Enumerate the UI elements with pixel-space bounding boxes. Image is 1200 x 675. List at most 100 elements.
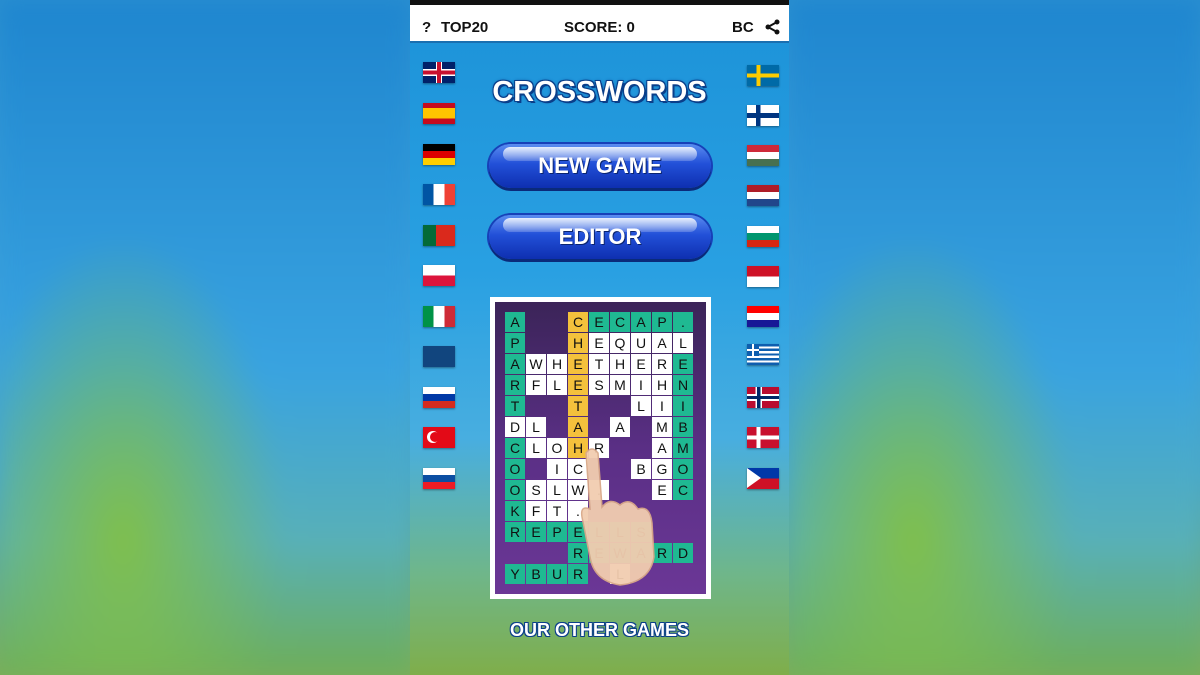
- flag-czech-button[interactable]: [423, 346, 455, 367]
- flag-turkey-button[interactable]: [423, 427, 455, 448]
- user-initials-button[interactable]: BC: [732, 19, 754, 36]
- crossword-cell: H: [610, 354, 630, 374]
- crossword-cell: K: [505, 501, 525, 521]
- flag-norway-button[interactable]: [747, 387, 779, 408]
- top-bar: ? TOP20 SCORE: 0 BC: [410, 5, 789, 43]
- crossword-cell: D: [505, 417, 525, 437]
- crossword-cell: F: [526, 501, 546, 521]
- flag-spain-button[interactable]: [423, 103, 455, 124]
- crossword-cell: A: [610, 417, 630, 437]
- crossword-cell: Q: [610, 333, 630, 353]
- flag-bulgaria-button[interactable]: [747, 226, 779, 247]
- flag-greece-button[interactable]: [747, 344, 779, 365]
- flag-hungary-button[interactable]: [747, 145, 779, 166]
- crossword-cell: A: [631, 312, 651, 332]
- crossword-cell: A: [568, 417, 588, 437]
- crossword-cell: C: [505, 438, 525, 458]
- crossword-cell: I: [631, 375, 651, 395]
- crossword-cell: B: [673, 417, 693, 437]
- crossword-cell: U: [547, 564, 567, 584]
- crossword-cell: L: [547, 375, 567, 395]
- crossword-cell: E: [568, 375, 588, 395]
- crossword-cell: T: [547, 501, 567, 521]
- flag-portugal-button[interactable]: [423, 225, 455, 246]
- crossword-cell: F: [526, 375, 546, 395]
- crossword-cell: P: [505, 333, 525, 353]
- crossword-cell: I: [547, 459, 567, 479]
- flag-italy-button[interactable]: [423, 306, 455, 327]
- crossword-cell: B: [526, 564, 546, 584]
- top20-button[interactable]: TOP20: [441, 19, 488, 36]
- crossword-cell: S: [589, 375, 609, 395]
- editor-button[interactable]: EDITOR: [489, 215, 711, 259]
- crossword-cell: C: [673, 480, 693, 500]
- help-button[interactable]: ?: [422, 19, 431, 36]
- flag-france-button[interactable]: [423, 184, 455, 205]
- score-label: SCORE: 0: [564, 19, 635, 36]
- crossword-cell: A: [652, 333, 672, 353]
- flag-denmark-button[interactable]: [747, 427, 779, 448]
- app-screen: ? TOP20 SCORE: 0 BC CROSSWORDS NEW GAME …: [410, 0, 789, 675]
- crossword-cell: E: [568, 354, 588, 374]
- crossword-cell: .: [673, 312, 693, 332]
- crossword-cell: T: [505, 396, 525, 416]
- flag-croatia-button[interactable]: [747, 306, 779, 327]
- crossword-cell: E: [673, 354, 693, 374]
- crossword-cell: R: [652, 354, 672, 374]
- crossword-cell: L: [526, 417, 546, 437]
- crossword-cell: T: [568, 396, 588, 416]
- flag-uk-button[interactable]: [423, 62, 455, 83]
- crossword-cell: W: [526, 354, 546, 374]
- crossword-cell: C: [610, 312, 630, 332]
- flag-russia-button[interactable]: [423, 387, 455, 408]
- new-game-label: NEW GAME: [538, 153, 662, 178]
- crossword-cell: E: [589, 333, 609, 353]
- crossword-cell: M: [673, 438, 693, 458]
- crossword-cell: L: [673, 333, 693, 353]
- game-preview-image: ACECAP.PHEQUALAWHETHERERFLESMIHNTTLIIDLA…: [490, 297, 711, 599]
- crossword-cell: O: [547, 438, 567, 458]
- crossword-cell: H: [547, 354, 567, 374]
- crossword-cell: L: [631, 396, 651, 416]
- blurred-background-left: [0, 0, 410, 675]
- flag-sweden-button[interactable]: [747, 65, 779, 86]
- crossword-cell: U: [631, 333, 651, 353]
- flag-indonesia-button[interactable]: [747, 266, 779, 287]
- crossword-cell: E: [589, 312, 609, 332]
- flag-poland-button[interactable]: [423, 265, 455, 286]
- app-title: CROSSWORDS: [492, 76, 707, 108]
- share-icon[interactable]: [765, 19, 781, 35]
- crossword-cell: D: [673, 543, 693, 563]
- crossword-cell: O: [505, 459, 525, 479]
- crossword-cell: A: [505, 312, 525, 332]
- flag-netherlands-button[interactable]: [747, 185, 779, 206]
- crossword-cell: L: [526, 438, 546, 458]
- crossword-cell: L: [547, 480, 567, 500]
- crossword-cell: H: [652, 375, 672, 395]
- crossword-cell: M: [652, 417, 672, 437]
- editor-label: EDITOR: [558, 224, 642, 249]
- blurred-background-right: [790, 0, 1200, 675]
- crossword-cell: E: [631, 354, 651, 374]
- flag-philippines-button[interactable]: [747, 468, 779, 489]
- crossword-cell: T: [589, 354, 609, 374]
- crossword-cell: M: [610, 375, 630, 395]
- crossword-cell: S: [526, 480, 546, 500]
- crossword-cell: H: [568, 333, 588, 353]
- crossword-cell: C: [568, 312, 588, 332]
- crossword-cell: P: [652, 312, 672, 332]
- flag-slovakia-button[interactable]: [423, 468, 455, 489]
- crossword-cell: I: [673, 396, 693, 416]
- new-game-button[interactable]: NEW GAME: [489, 144, 711, 188]
- crossword-cell: A: [505, 354, 525, 374]
- flag-finland-button[interactable]: [747, 105, 779, 126]
- other-games-link[interactable]: OUR OTHER GAMES: [410, 620, 789, 641]
- crossword-cell: Y: [505, 564, 525, 584]
- crossword-cell: N: [673, 375, 693, 395]
- crossword-cell: R: [505, 375, 525, 395]
- flag-germany-button[interactable]: [423, 144, 455, 165]
- crossword-cell: O: [673, 459, 693, 479]
- crossword-cell: O: [505, 480, 525, 500]
- crossword-cell: E: [526, 522, 546, 542]
- crossword-cell: I: [652, 396, 672, 416]
